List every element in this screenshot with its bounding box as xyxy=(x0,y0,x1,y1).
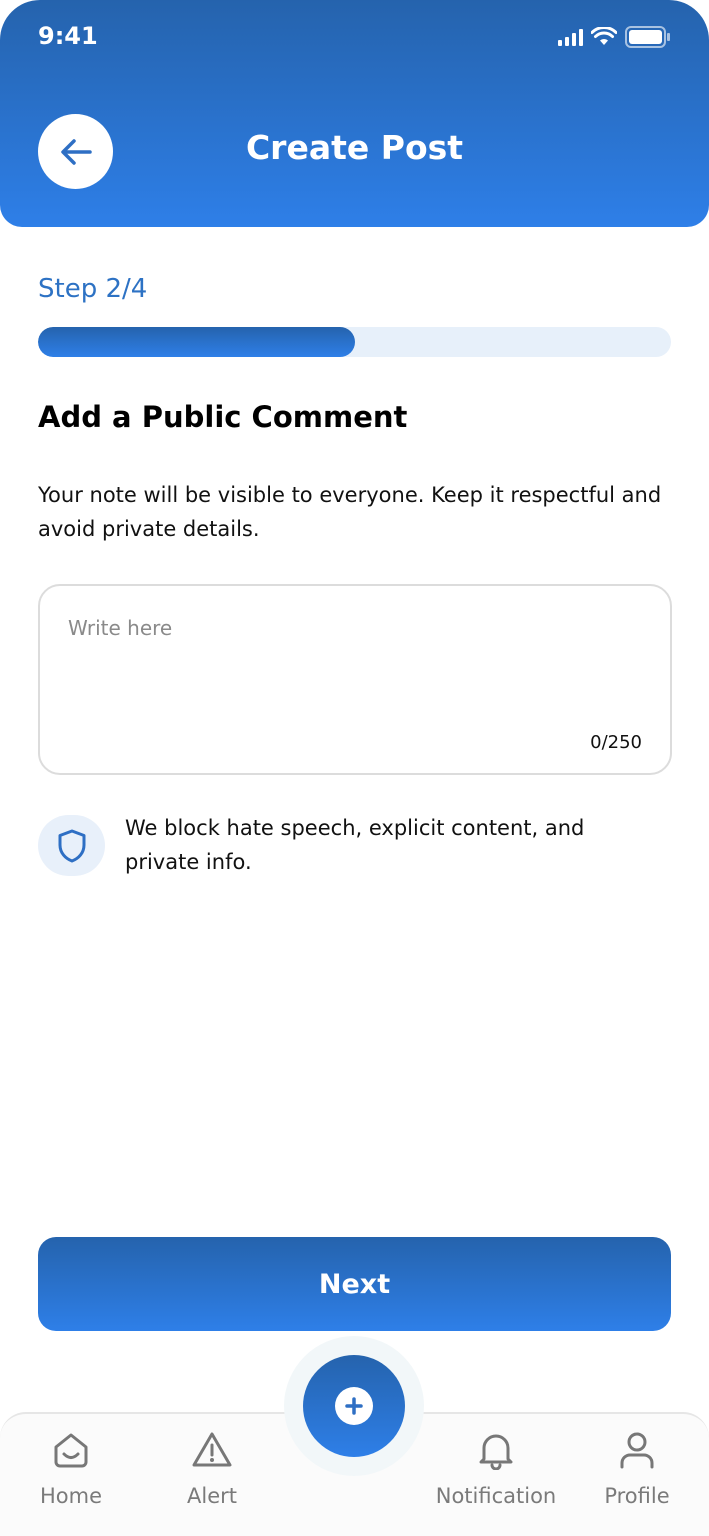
bell-icon xyxy=(479,1434,513,1470)
tab-label: Profile xyxy=(604,1484,670,1508)
tab-label: Alert xyxy=(187,1484,237,1508)
next-button[interactable]: Next xyxy=(38,1237,671,1331)
shield-icon xyxy=(58,829,85,862)
section-title: Add a Public Comment xyxy=(38,400,408,434)
progress-bar xyxy=(38,327,671,357)
tab-notification[interactable]: Notification xyxy=(428,1430,564,1508)
header: 9:41 Create Post xyxy=(0,0,709,227)
comment-field: 0/250 xyxy=(38,584,672,775)
tab-label: Home xyxy=(39,1484,102,1508)
home-icon xyxy=(54,1433,88,1468)
status-time: 9:41 xyxy=(38,22,98,50)
character-counter: 0/250 xyxy=(590,732,642,753)
plus-icon xyxy=(335,1387,373,1425)
create-post-fab[interactable] xyxy=(303,1355,405,1457)
wifi-icon xyxy=(591,27,617,45)
tab-profile[interactable]: Profile xyxy=(600,1430,674,1508)
moderation-notice: We block hate speech, explicit content, … xyxy=(125,816,585,874)
user-icon xyxy=(620,1432,654,1469)
section-description: Your note will be visible to everyone. K… xyxy=(38,483,662,541)
step-label: Step 2/4 xyxy=(38,274,148,304)
tab-label: Notification xyxy=(435,1484,557,1508)
screen: 9:41 Create Post Step 2/4 Add a Public C… xyxy=(0,0,709,1536)
page-title: Create Post xyxy=(245,128,464,167)
comment-input[interactable] xyxy=(66,614,640,718)
battery-icon xyxy=(625,26,670,48)
signal-icon xyxy=(558,28,583,46)
progress-fill xyxy=(38,327,355,357)
tab-alert[interactable]: Alert xyxy=(180,1430,244,1508)
status-icons xyxy=(558,26,671,48)
tab-home[interactable]: Home xyxy=(36,1430,106,1508)
shield-badge xyxy=(38,815,105,876)
alert-icon xyxy=(192,1432,232,1467)
